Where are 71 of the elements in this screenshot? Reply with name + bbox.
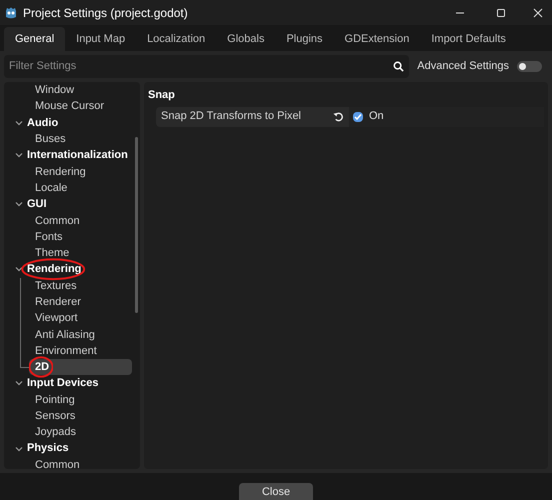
filter-field[interactable]: Filter Settings (9, 58, 394, 74)
tree-item-label: Sensors (35, 410, 76, 422)
chevron-icon[interactable] (15, 444, 23, 453)
tree-item[interactable]: Window (29, 82, 132, 98)
scrollbar[interactable] (135, 137, 138, 313)
section-title: Snap (148, 88, 176, 103)
property-label: Snap 2D Transforms to Pixel (156, 106, 349, 126)
tree-item-label: Theme (35, 247, 70, 260)
tree-item-label: Common (35, 214, 80, 227)
chevron-icon[interactable] (15, 151, 23, 160)
tab[interactable]: GDExtension (334, 27, 420, 51)
tree-item[interactable]: Textures (29, 278, 132, 294)
tree-item-label: Environment (35, 344, 97, 357)
tree-item-label: 2D (35, 361, 50, 374)
tree-category[interactable]: Physics (27, 442, 69, 454)
tree-item-label: Pointing (35, 394, 75, 406)
tab[interactable]: Globals (216, 27, 276, 51)
tree-category[interactable]: Input Devices (27, 377, 99, 390)
search-icon[interactable] (393, 60, 404, 72)
advanced-settings-toggle[interactable] (517, 60, 542, 72)
tree-item-label: Buses (35, 133, 66, 146)
search-bar[interactable]: Filter Settings (4, 54, 410, 78)
tree-item-label: Window (35, 84, 74, 96)
advanced-settings-label: Advanced Settings (417, 58, 509, 74)
tab[interactable]: Localization (136, 27, 216, 51)
tree-item[interactable]: Mouse Cursor (29, 98, 132, 114)
tree-item-label: Viewport (35, 312, 78, 324)
property-value: On (369, 109, 384, 124)
tree-item[interactable]: Rendering (29, 164, 132, 180)
tree-item[interactable]: Sensors (29, 408, 132, 424)
tree-item[interactable]: Common (29, 212, 132, 229)
tree-item-label: Common (35, 458, 80, 469)
window-title: Project Settings (project.godot) (23, 4, 188, 22)
tree-item-label: Fonts (35, 230, 63, 243)
tree-item-label: Joypads (35, 426, 76, 438)
tree-item[interactable]: 2D (29, 359, 132, 376)
tab[interactable]: Plugins (275, 27, 334, 51)
tab[interactable]: Import Defaults (420, 27, 517, 51)
tree-item[interactable]: Anti Aliasing (29, 326, 132, 343)
tree-item[interactable]: Common (29, 456, 132, 469)
tree-item[interactable]: Renderer (29, 294, 132, 310)
chevron-icon[interactable] (15, 200, 23, 208)
tree-category[interactable]: Audio (27, 116, 58, 128)
tree-item[interactable]: Viewport (29, 310, 132, 326)
maximize-icon[interactable] (496, 8, 506, 18)
tree-item[interactable]: Theme (29, 245, 132, 262)
tree-item[interactable]: Fonts (29, 228, 132, 245)
tree-item-label: Renderer (35, 296, 81, 308)
chevron-icon[interactable] (15, 379, 23, 388)
tree-category[interactable]: GUI (27, 198, 47, 210)
chevron-icon[interactable] (15, 265, 23, 274)
checkbox[interactable] (353, 112, 363, 122)
robot-logo-icon (4, 6, 18, 20)
tab[interactable]: General (4, 27, 66, 51)
tree-item[interactable]: Joypads (29, 424, 132, 440)
tab[interactable]: Input Map (65, 27, 136, 51)
tree-category[interactable]: Internationalization (27, 149, 128, 162)
highlight-circle (21, 258, 86, 281)
tree-item[interactable]: Locale (29, 180, 132, 196)
tree-item-label: Rendering (35, 166, 86, 178)
close-icon[interactable] (533, 8, 543, 18)
tree-item-label: Mouse Cursor (35, 100, 104, 112)
tree-item[interactable]: Buses (29, 131, 132, 148)
tree-item-label: Anti Aliasing (35, 328, 95, 341)
revert-icon[interactable] (333, 111, 344, 122)
tree-item-label: Textures (35, 280, 77, 292)
close-button[interactable]: Close (239, 483, 313, 500)
chevron-icon[interactable] (15, 118, 23, 127)
tree-item[interactable]: Pointing (29, 392, 132, 408)
tree-item-label: Locale (35, 182, 68, 194)
tree-item[interactable]: Environment (29, 342, 132, 359)
